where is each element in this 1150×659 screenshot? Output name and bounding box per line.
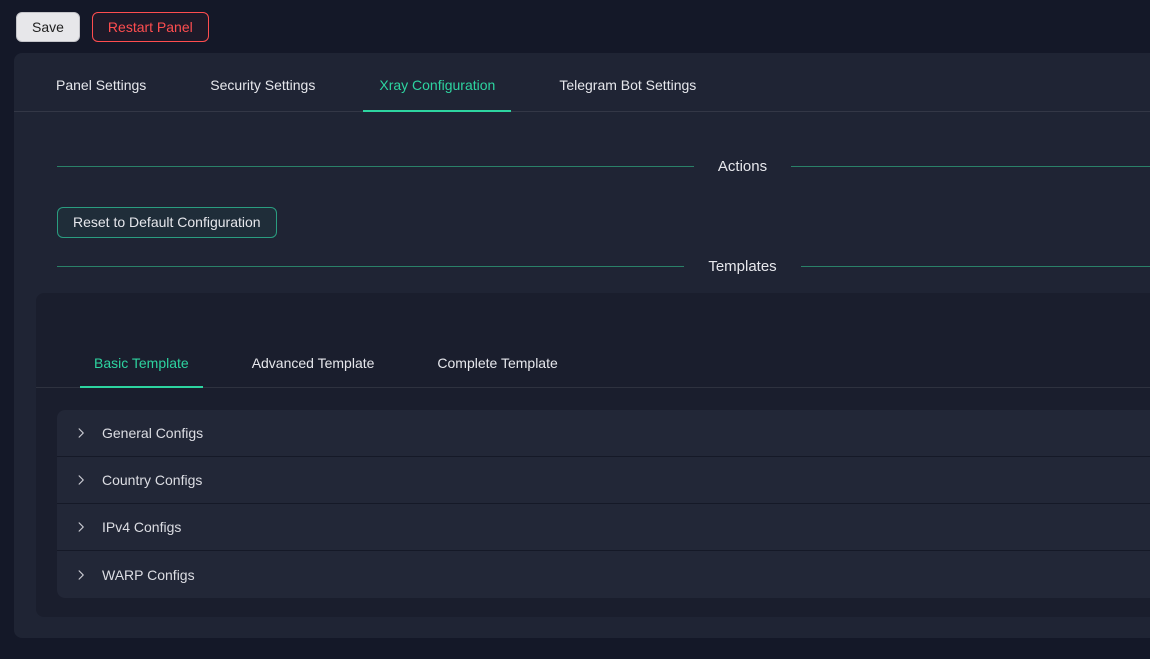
divider-line-left <box>57 266 684 267</box>
tab-complete-template[interactable]: Complete Template <box>437 341 557 387</box>
chevron-right-icon <box>75 569 87 581</box>
template-tab-bar: Basic Template Advanced Template Complet… <box>36 341 1150 388</box>
save-button[interactable]: Save <box>16 12 80 42</box>
actions-divider: Actions <box>14 156 1150 177</box>
restart-panel-button[interactable]: Restart Panel <box>92 12 209 42</box>
templates-divider: Templates <box>14 256 1150 277</box>
actions-divider-title: Actions <box>694 156 791 177</box>
top-action-bar: Save Restart Panel <box>0 0 1150 53</box>
collapse-item-general-configs[interactable]: General Configs <box>57 410 1150 457</box>
divider-line-right <box>801 266 1150 267</box>
chevron-right-icon <box>75 427 87 439</box>
divider-line-right <box>791 166 1150 167</box>
chevron-right-icon <box>75 521 87 533</box>
templates-divider-title: Templates <box>684 256 800 277</box>
chevron-right-icon <box>75 474 87 486</box>
tab-advanced-template[interactable]: Advanced Template <box>252 341 375 387</box>
tab-xray-configuration[interactable]: Xray Configuration <box>379 53 495 111</box>
collapse-item-ipv4-configs[interactable]: IPv4 Configs <box>57 504 1150 551</box>
settings-card: Panel Settings Security Settings Xray Co… <box>14 53 1150 638</box>
collapse-item-country-configs[interactable]: Country Configs <box>57 457 1150 504</box>
tab-panel-settings[interactable]: Panel Settings <box>56 53 146 111</box>
settings-card-content: Panel Settings Security Settings Xray Co… <box>14 53 1150 617</box>
collapse-item-warp-configs[interactable]: WARP Configs <box>57 551 1150 598</box>
tab-basic-template[interactable]: Basic Template <box>94 341 189 387</box>
collapse-item-label: Country Configs <box>102 472 202 488</box>
tab-security-settings[interactable]: Security Settings <box>210 53 315 111</box>
divider-line-left <box>57 166 694 167</box>
collapse-item-label: IPv4 Configs <box>102 519 181 535</box>
collapse-item-label: General Configs <box>102 425 203 441</box>
config-collapse-list: General Configs Country Configs IPv4 Con… <box>57 410 1150 598</box>
tab-telegram-bot-settings[interactable]: Telegram Bot Settings <box>559 53 696 111</box>
templates-card: Basic Template Advanced Template Complet… <box>36 293 1150 617</box>
settings-tab-bar: Panel Settings Security Settings Xray Co… <box>14 53 1150 112</box>
reset-default-configuration-button[interactable]: Reset to Default Configuration <box>57 207 277 238</box>
collapse-item-label: WARP Configs <box>102 567 195 583</box>
